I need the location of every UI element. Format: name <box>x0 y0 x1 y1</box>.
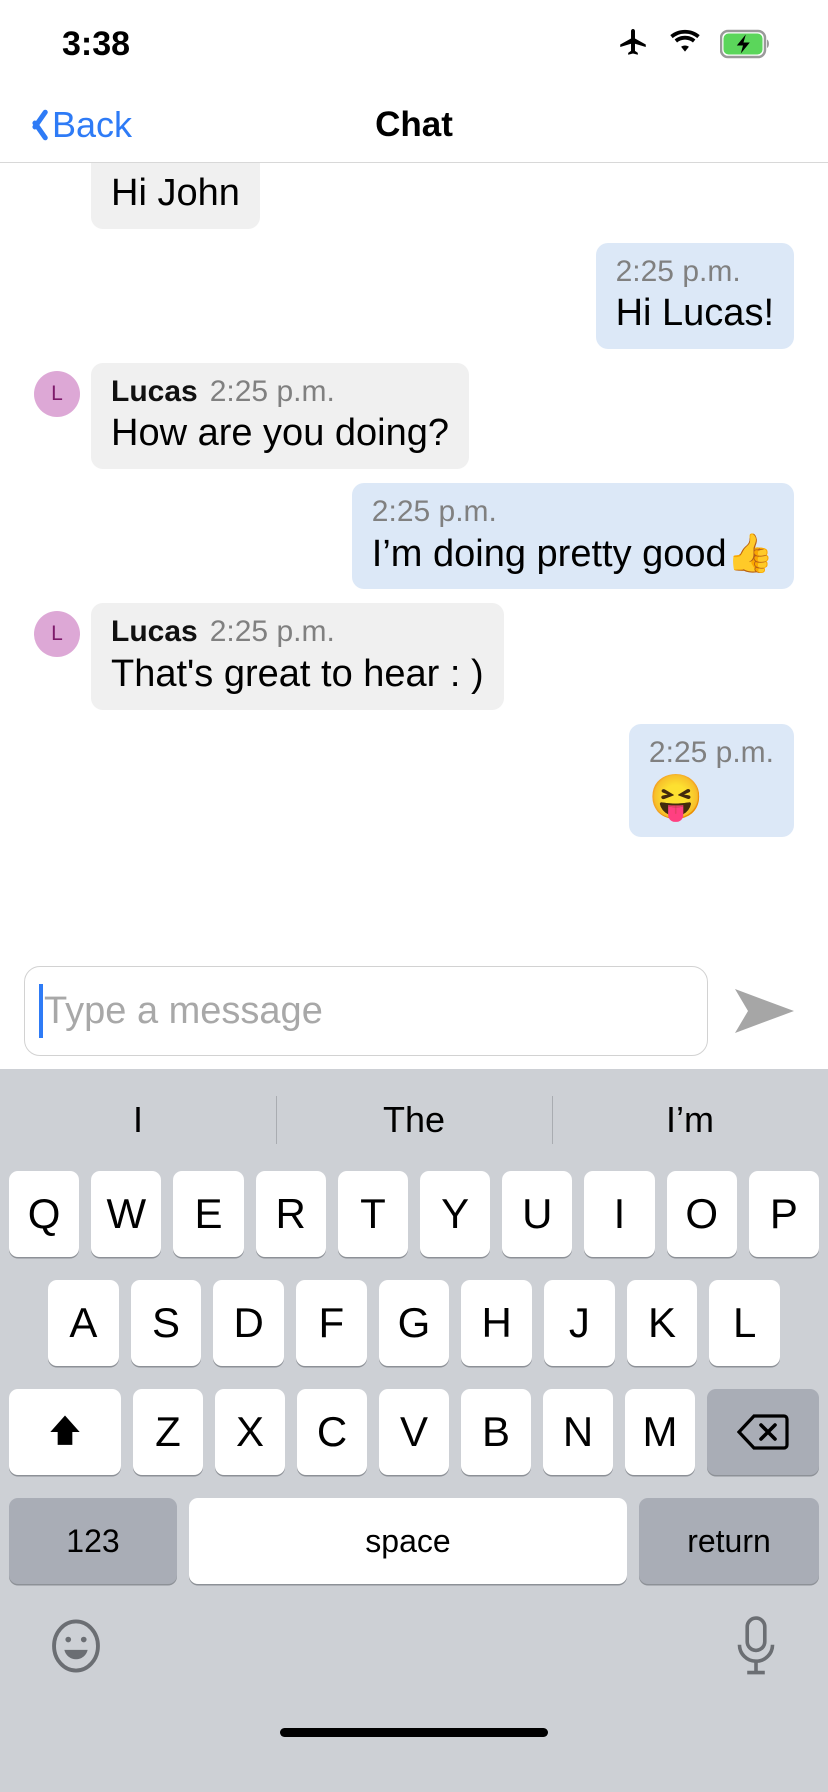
avatar[interactable]: L <box>34 611 80 658</box>
key-i[interactable]: I <box>584 1171 655 1257</box>
key-x[interactable]: X <box>215 1389 285 1475</box>
message-row: L Lucas 2:25 p.m. How are you doing? <box>0 363 828 470</box>
key-m[interactable]: M <box>625 1389 695 1475</box>
keyboard-bottom-bar <box>0 1584 828 1712</box>
key-f[interactable]: F <box>296 1280 367 1366</box>
message-meta: Lucas 2:25 p.m. <box>111 614 484 649</box>
wifi-icon <box>667 28 703 61</box>
message-timestamp: 2:25 p.m. <box>648 735 774 769</box>
keyboard-row-4: 123 space return <box>0 1498 828 1584</box>
key-w[interactable]: W <box>91 1171 162 1257</box>
avatar[interactable]: L <box>34 371 80 418</box>
message-meta: Lucas 2:25 p.m. <box>111 374 449 409</box>
key-o[interactable]: O <box>666 1171 737 1257</box>
chat-screen: 3:38 Back Chat Hi John 2:25 p.m. Hi Luca… <box>0 0 828 1792</box>
key-y[interactable]: Y <box>420 1171 491 1257</box>
back-button[interactable]: Back <box>0 104 132 146</box>
message-sender: Lucas <box>111 615 198 649</box>
suggestion-2[interactable]: The <box>276 1099 552 1141</box>
dictation-key[interactable] <box>729 1615 783 1682</box>
status-icons <box>616 25 772 64</box>
airplane-mode-icon <box>616 25 650 64</box>
key-e[interactable]: E <box>173 1171 244 1257</box>
numbers-key[interactable]: 123 <box>9 1498 177 1584</box>
message-timestamp: 2:25 p.m. <box>371 495 497 529</box>
key-a[interactable]: A <box>47 1280 119 1366</box>
shift-key[interactable] <box>9 1389 121 1475</box>
key-k[interactable]: K <box>626 1280 698 1366</box>
backspace-delete-icon <box>737 1414 789 1450</box>
message-sender: Lucas <box>111 375 198 409</box>
message-input-placeholder: Type a message <box>44 989 323 1032</box>
backspace-key[interactable] <box>707 1389 819 1475</box>
message-text: That's great to hear : ) <box>111 652 484 695</box>
nav-bar: Back Chat <box>0 88 828 163</box>
key-r[interactable]: R <box>255 1171 326 1257</box>
suggestion-1[interactable]: I <box>0 1099 276 1141</box>
key-v[interactable]: V <box>379 1389 449 1475</box>
message-list[interactable]: Hi John 2:25 p.m. Hi Lucas! L Lucas 2:25 p.m.… <box>0 163 828 953</box>
send-arrow-icon <box>735 989 794 1033</box>
message-meta: 2:25 p.m. <box>649 735 774 770</box>
key-z[interactable]: Z <box>133 1389 203 1475</box>
key-t[interactable]: T <box>337 1171 408 1257</box>
message-meta: 2:25 p.m. <box>372 494 774 529</box>
home-indicator <box>280 1727 548 1737</box>
message-bubble[interactable]: 2:25 p.m. 😝 <box>628 723 794 837</box>
message-text: How are you doing? <box>111 412 449 455</box>
shift-up-arrow-icon <box>50 1415 80 1445</box>
message-timestamp: 2:25 p.m. <box>209 615 335 649</box>
emoji-smiley-icon <box>52 1619 100 1672</box>
chevron-left-icon <box>22 106 44 144</box>
on-screen-keyboard: I The I’m QWERTYUIOP ASDFGHJKL ZXCVBNM 123… <box>0 1069 828 1792</box>
battery-charging-icon <box>720 29 772 59</box>
key-h[interactable]: H <box>461 1280 533 1366</box>
keyboard-row-3: ZXCVBNM <box>0 1389 828 1475</box>
key-p[interactable]: P <box>748 1171 820 1257</box>
status-bar: 3:38 <box>0 0 828 88</box>
message-input[interactable]: Type a message <box>24 966 708 1056</box>
message-row: 2:25 p.m. 😝 <box>0 723 828 837</box>
message-text: 😝 <box>648 773 704 823</box>
return-key[interactable]: return <box>639 1498 819 1584</box>
key-d[interactable]: D <box>213 1280 284 1366</box>
emoji-key[interactable] <box>45 1615 107 1682</box>
message-bubble[interactable]: 2:25 p.m. I’m doing pretty good👍 <box>351 483 794 590</box>
home-indicator-area <box>0 1712 828 1752</box>
message-timestamp: 2:25 p.m. <box>209 375 335 409</box>
message-bubble[interactable]: Hi John <box>91 163 260 229</box>
message-row: 2:25 p.m. I’m doing pretty good👍 <box>0 483 828 590</box>
key-s[interactable]: S <box>130 1280 202 1366</box>
message-text: Hi John <box>111 172 240 214</box>
message-row: Hi John <box>0 163 828 229</box>
message-text: Hi Lucas! <box>615 292 774 335</box>
key-g[interactable]: G <box>378 1280 450 1366</box>
key-l[interactable]: L <box>709 1280 781 1366</box>
message-text: I’m doing pretty good👍 <box>371 532 774 575</box>
message-row: 2:25 p.m. Hi Lucas! <box>0 242 828 350</box>
status-time: 3:38 <box>62 24 131 63</box>
back-button-label: Back <box>52 104 133 145</box>
space-key[interactable]: space <box>189 1498 627 1584</box>
message-bubble[interactable]: Lucas 2:25 p.m. How are you doing? <box>91 363 469 470</box>
message-composer: Type a message <box>0 953 828 1069</box>
keyboard-row-2: ASDFGHJKL <box>0 1280 828 1366</box>
send-button[interactable] <box>728 974 802 1048</box>
suggestion-3[interactable]: I’m <box>552 1099 828 1141</box>
message-bubble[interactable]: Lucas 2:25 p.m. That's great to hear : ) <box>91 603 504 710</box>
microphone-icon <box>737 1615 775 1674</box>
keyboard-row-1: QWERTYUIOP <box>0 1171 828 1257</box>
message-timestamp: 2:25 p.m. <box>615 254 741 288</box>
key-u[interactable]: U <box>502 1171 573 1257</box>
key-q[interactable]: Q <box>8 1171 80 1257</box>
message-row: L Lucas 2:25 p.m. That's great to hear : ) <box>0 603 828 710</box>
key-n[interactable]: N <box>543 1389 613 1475</box>
key-j[interactable]: J <box>544 1280 615 1366</box>
key-c[interactable]: C <box>297 1389 367 1475</box>
key-b[interactable]: B <box>461 1389 531 1475</box>
suggestion-bar: I The I’m <box>0 1069 828 1171</box>
message-meta: 2:25 p.m. <box>616 254 774 289</box>
message-bubble[interactable]: 2:25 p.m. Hi Lucas! <box>595 242 794 350</box>
